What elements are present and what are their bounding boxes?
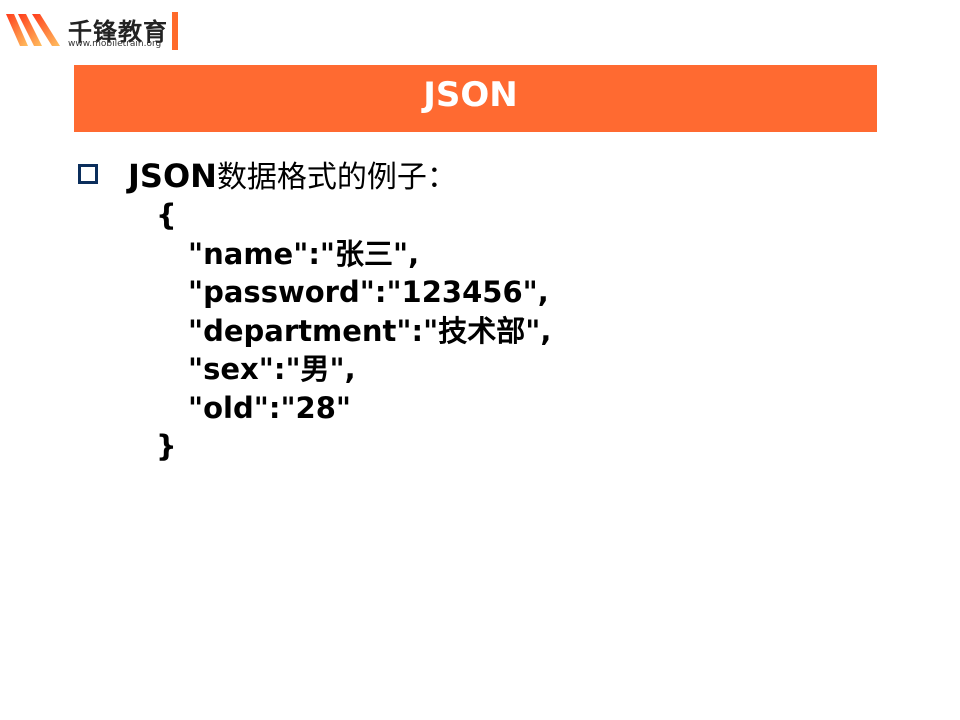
code-line: "password":"123456", xyxy=(188,275,549,309)
code-line: "name":"张三", xyxy=(188,236,420,271)
slide-title: JSON xyxy=(423,75,518,115)
bullet-square-icon xyxy=(78,164,98,184)
code-line: "department":"技术部", xyxy=(188,313,552,348)
logo-mark-icon xyxy=(6,14,60,46)
logo-url: www.mobiletrain.org xyxy=(68,39,162,49)
heading-prefix: JSON xyxy=(128,157,217,195)
title-bar: JSON xyxy=(74,65,877,132)
heading-suffix: 数据格式的例子： xyxy=(216,160,457,195)
code-line: { xyxy=(156,198,177,232)
logo: 千锋教育 www.mobiletrain.org xyxy=(4,10,184,50)
code-line: } xyxy=(156,429,177,463)
code-line: "sex":"男", xyxy=(188,352,356,386)
code-line: "old":"28" xyxy=(188,390,352,425)
slide-heading: JSON数据格式的例子： xyxy=(128,152,457,196)
json-example: { "name":"张三", "password":"123456", "dep… xyxy=(156,196,551,466)
logo-accent-bar xyxy=(172,12,178,50)
